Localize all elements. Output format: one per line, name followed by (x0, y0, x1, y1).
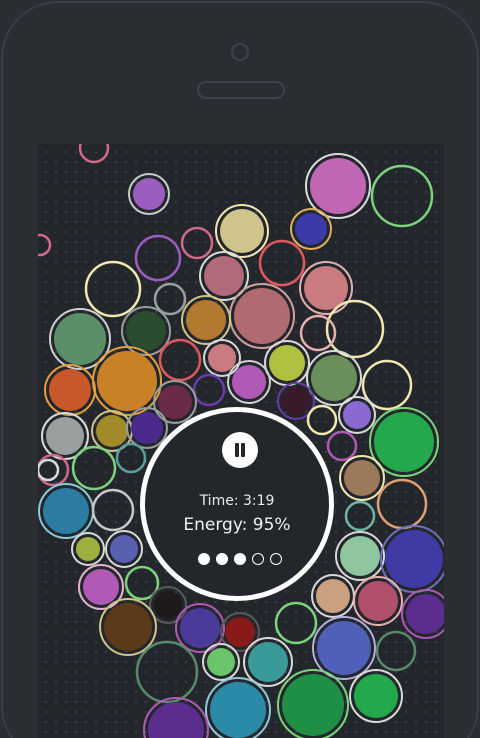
bubble (49, 369, 91, 411)
bubble (210, 682, 266, 738)
bubble (110, 535, 138, 563)
bubble (232, 365, 266, 399)
bubble (153, 282, 187, 316)
time-label: Time: 3:19 (199, 493, 275, 509)
phone-frame: Time: 3:19 Energy: 95% (0, 0, 480, 738)
bubble (135, 640, 199, 704)
progress-dot (234, 553, 246, 565)
bubble (204, 256, 244, 296)
bubble (154, 591, 182, 619)
bubble (38, 453, 70, 487)
bubble (344, 460, 380, 496)
bubble (317, 621, 371, 675)
bubble (126, 311, 166, 351)
bubble (78, 144, 110, 164)
bubble (375, 630, 417, 672)
progress-dot (198, 553, 210, 565)
bubble (274, 601, 318, 645)
bubble (326, 430, 358, 462)
bubble (354, 674, 398, 718)
bubble (192, 373, 226, 407)
bubble (91, 488, 135, 532)
bubble (71, 445, 117, 491)
energy-label: Energy: 95% (183, 515, 291, 535)
bubble (131, 412, 163, 444)
bubble (295, 213, 327, 245)
bubble (97, 351, 157, 411)
bubble (358, 581, 398, 621)
bubble (38, 458, 60, 482)
bubble (343, 401, 371, 429)
bubble (306, 404, 338, 436)
bubble (83, 569, 119, 605)
bubble (299, 314, 337, 352)
bubble (225, 617, 255, 647)
level-progress-dots (198, 553, 282, 569)
bubble (248, 642, 288, 682)
bubble (104, 603, 152, 651)
bubble (115, 442, 147, 474)
bubble (186, 300, 226, 340)
bubble (282, 387, 310, 415)
bubble (269, 345, 305, 381)
bubble (158, 385, 192, 419)
bubble (376, 478, 428, 530)
bubble (134, 234, 182, 282)
bubble (316, 579, 350, 613)
bubble (180, 226, 214, 260)
bubble (220, 209, 264, 253)
bubble (158, 338, 202, 382)
bubble (207, 648, 235, 676)
bubble (340, 536, 380, 576)
pause-button[interactable] (222, 432, 258, 468)
progress-dot (252, 553, 264, 565)
progress-dot (216, 553, 228, 565)
bubble (406, 594, 444, 634)
bubble (310, 158, 366, 214)
bubble (370, 164, 434, 228)
bubble (258, 239, 306, 287)
bubble (234, 288, 290, 344)
bubble (133, 178, 165, 210)
bubble (76, 537, 100, 561)
bubble (282, 674, 344, 736)
bubble (46, 417, 84, 455)
bubble (38, 233, 52, 257)
bubble (344, 500, 376, 532)
bubble (311, 355, 357, 401)
bubble (43, 488, 89, 534)
progress-dot (270, 553, 282, 565)
bubble (385, 530, 443, 588)
bubble (208, 344, 236, 372)
bubble (54, 313, 106, 365)
bubble (374, 412, 434, 472)
bubble (96, 415, 128, 447)
bubble (148, 702, 204, 738)
bubble (84, 260, 142, 318)
bubble (180, 608, 220, 648)
